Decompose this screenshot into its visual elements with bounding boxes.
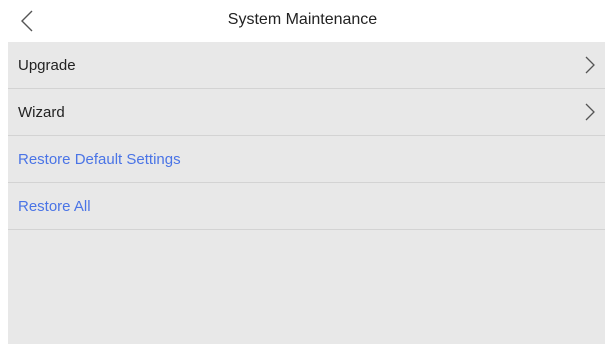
menu-item-wizard[interactable]: Wizard [8, 89, 605, 136]
menu-item-label: Wizard [18, 103, 65, 121]
menu-panel: Upgrade Wizard Restore Default Settings … [8, 42, 605, 344]
menu-item-label: Restore Default Settings [18, 150, 181, 168]
chevron-right-icon [584, 55, 596, 75]
menu-item-label: Restore All [18, 197, 91, 215]
menu-item-label: Upgrade [18, 56, 76, 74]
restore-default-settings-button[interactable]: Restore Default Settings [8, 136, 605, 183]
restore-all-button[interactable]: Restore All [8, 183, 605, 230]
header-bar: System Maintenance [0, 0, 605, 42]
back-button[interactable] [12, 4, 42, 38]
page-title: System Maintenance [227, 11, 378, 28]
chevron-right-icon [584, 102, 596, 122]
chevron-left-icon [21, 10, 33, 32]
menu-item-upgrade[interactable]: Upgrade [8, 42, 605, 89]
system-maintenance-screen: System Maintenance Upgrade Wizard Restor… [0, 0, 605, 344]
